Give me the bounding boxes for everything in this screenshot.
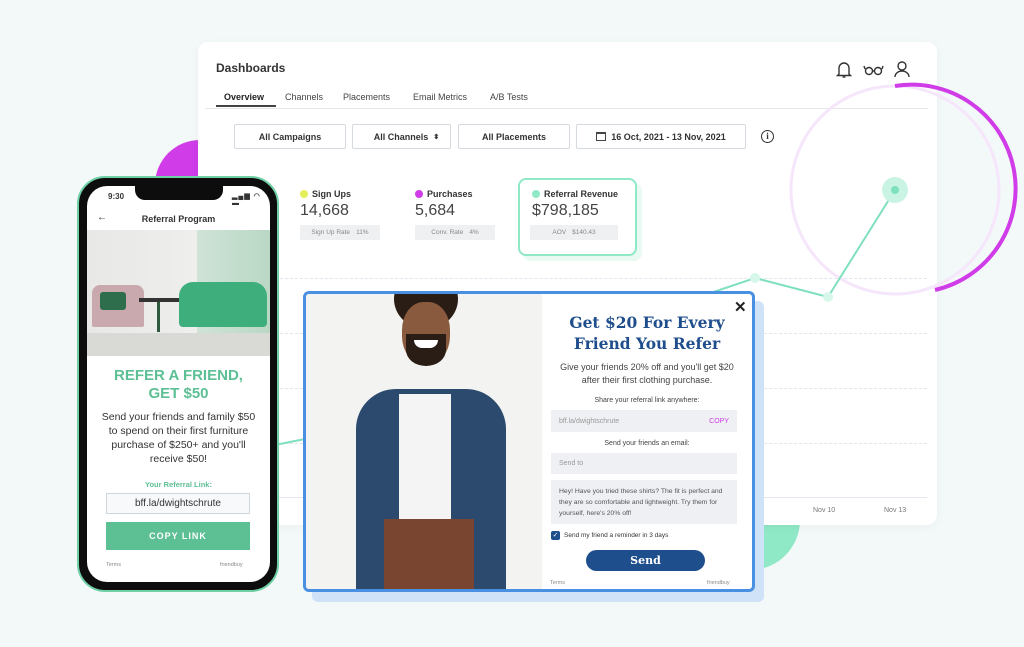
referral-link-field[interactable]: bff.la/dwightschrute bbox=[106, 493, 250, 514]
reminder-checkbox[interactable]: ✓ bbox=[551, 531, 560, 540]
reminder-label: Send my friend a reminder in 3 days bbox=[564, 532, 669, 539]
message-textarea[interactable]: Hey! Have you tried these shirts? The fi… bbox=[551, 480, 737, 524]
phone-header-title: Referral Program bbox=[141, 214, 216, 224]
chart-point bbox=[750, 273, 760, 283]
phone-notch bbox=[135, 186, 223, 200]
phone-headline: REFER A FRIEND, GET $50 bbox=[114, 367, 243, 402]
email-label: Send your friends an email: bbox=[604, 440, 690, 447]
man-photo bbox=[306, 294, 542, 589]
chart-point bbox=[823, 292, 833, 302]
phone-screen: 9:30 ▂▄▆ ◠ ▬ ← Referral Program REFER A … bbox=[87, 186, 270, 582]
send-button[interactable]: Send bbox=[586, 550, 705, 571]
living-room-image bbox=[87, 230, 270, 356]
status-time: 9:30 bbox=[108, 192, 125, 201]
popup-link-field[interactable]: bff.la/dwightschrute COPY bbox=[551, 410, 737, 432]
terms-link[interactable]: Terms bbox=[106, 562, 121, 568]
terms-link[interactable]: Terms bbox=[550, 580, 565, 586]
phone-body-text: Send your friends and family $50 to spen… bbox=[101, 411, 256, 465]
chart-point bbox=[891, 186, 899, 194]
referral-popup: ✕ Get $20 For Every Friend You Refer Give… bbox=[303, 291, 755, 592]
popup-body-text: Give your friends 20% off and you'll get… bbox=[560, 362, 734, 385]
copy-button[interactable]: COPY bbox=[709, 418, 729, 425]
friendbuy-brand: friendbuy bbox=[707, 580, 730, 586]
copy-link-button[interactable]: COPY LINK bbox=[106, 522, 250, 550]
send-to-input[interactable]: Send to bbox=[551, 453, 737, 474]
friendbuy-brand: friendbuy bbox=[220, 562, 243, 568]
popup-link-value: bff.la/dwightschrute bbox=[559, 417, 620, 425]
reminder-option: ✓ Send my friend a reminder in 3 days bbox=[551, 531, 668, 540]
status-icons: ▂▄▆ ◠ ▬ bbox=[232, 193, 261, 207]
referral-link-label: Your Referral Link: bbox=[145, 480, 212, 489]
popup-title: Get $20 For Every Friend You Refer bbox=[569, 313, 725, 353]
share-label: Share your referral link anywhere: bbox=[594, 397, 700, 404]
